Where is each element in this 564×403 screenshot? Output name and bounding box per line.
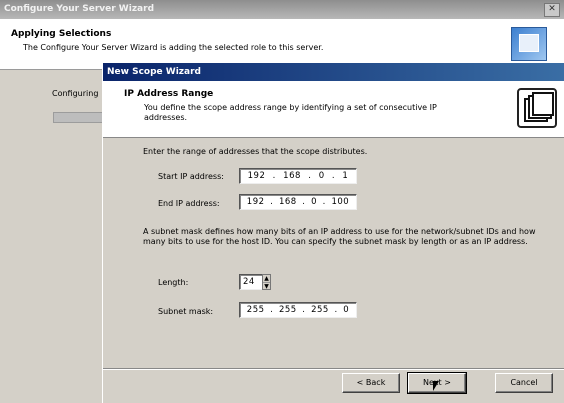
end-ip-field[interactable]: 192. 168. 0. 100 (239, 194, 357, 210)
progress-bar (53, 112, 105, 123)
back-button[interactable]: < Back (342, 373, 400, 393)
mouse-pointer-icon (433, 381, 439, 391)
configuring-status-label: Configuring (52, 89, 99, 98)
start-ip-octet-2[interactable]: 168 (283, 169, 301, 183)
page-title: IP Address Range (124, 89, 214, 99)
intro-text: Enter the range of addresses that the sc… (143, 147, 368, 156)
outer-window-title: Configure Your Server Wizard (4, 4, 155, 14)
subnet-octet-1[interactable]: 255 (247, 303, 265, 317)
outer-header-title: Applying Selections (11, 29, 112, 39)
inner-header: IP Address Range You define the scope ad… (103, 81, 564, 138)
subnet-description: A subnet mask defines how many bits of a… (143, 227, 536, 246)
spin-down-icon[interactable]: ▼ (263, 283, 270, 290)
subnet-octet-4[interactable]: 0 (343, 303, 349, 317)
cancel-button[interactable]: Cancel (495, 373, 553, 393)
subnet-octet-3[interactable]: 255 (311, 303, 329, 317)
outer-header-subtitle: The Configure Your Server Wizard is addi… (23, 43, 324, 52)
length-label: Length: (158, 278, 189, 287)
close-icon[interactable]: ✕ (544, 3, 560, 17)
start-ip-octet-4[interactable]: 1 (342, 169, 348, 183)
end-ip-octet-2[interactable]: 168 (279, 195, 297, 209)
start-ip-field[interactable]: 192. 168. 0. 1 (239, 168, 357, 184)
button-separator (103, 368, 564, 370)
length-input[interactable]: 24 (239, 274, 263, 290)
page-subtitle: You define the scope address range by id… (144, 103, 437, 122)
start-ip-label: Start IP address: (158, 172, 224, 181)
scope-wizard-icon (517, 88, 557, 128)
spin-up-icon[interactable]: ▲ (263, 275, 270, 283)
length-spinner[interactable]: ▲ ▼ (262, 274, 271, 290)
inner-title-bar: New Scope Wizard (103, 63, 564, 81)
subnet-mask-label: Subnet mask: (158, 307, 214, 316)
subnet-octet-2[interactable]: 255 (279, 303, 297, 317)
end-ip-octet-1[interactable]: 192 (247, 195, 265, 209)
server-wizard-icon (511, 27, 547, 61)
end-ip-octet-3[interactable]: 0 (311, 195, 317, 209)
outer-title-bar: Configure Your Server Wizard (0, 0, 564, 19)
new-scope-wizard-window: New Scope Wizard IP Address Range You de… (102, 63, 564, 403)
end-ip-octet-4[interactable]: 100 (331, 195, 349, 209)
subnet-mask-field[interactable]: 255. 255. 255. 0 (239, 302, 357, 318)
inner-window-title: New Scope Wizard (107, 67, 201, 77)
end-ip-label: End IP address: (158, 199, 220, 208)
start-ip-octet-3[interactable]: 0 (319, 169, 325, 183)
start-ip-octet-1[interactable]: 192 (248, 169, 266, 183)
